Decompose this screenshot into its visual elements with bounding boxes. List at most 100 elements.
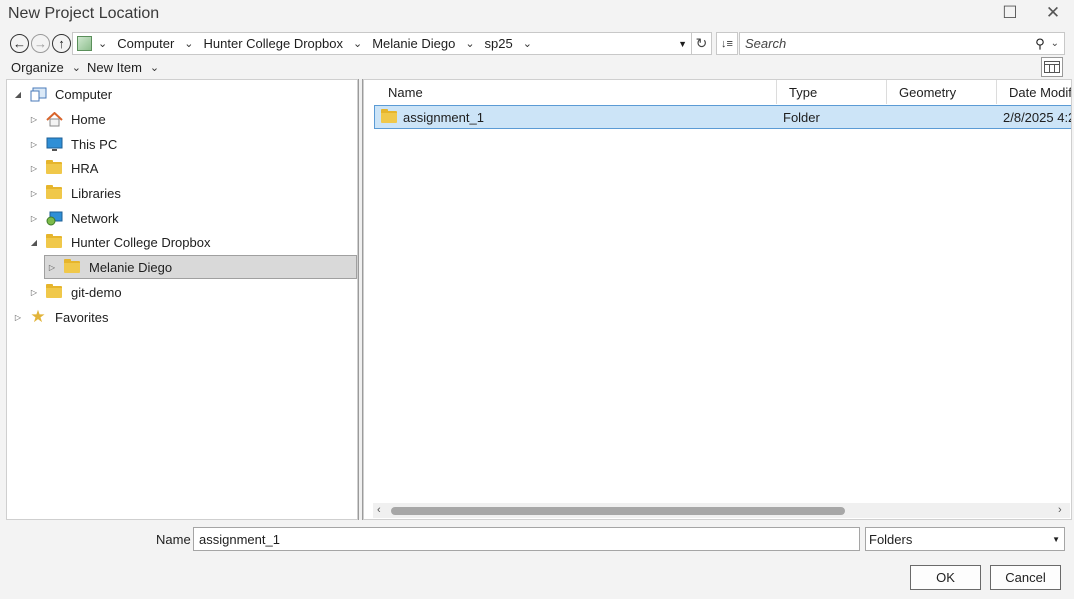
collapse-icon[interactable]: ◢ bbox=[11, 90, 25, 99]
computer-icon bbox=[29, 86, 47, 102]
expand-icon[interactable]: ▷ bbox=[27, 214, 41, 223]
file-name: assignment_1 bbox=[403, 109, 484, 125]
chevron-down-icon: ⌄ bbox=[149, 62, 160, 74]
new-item-menu[interactable]: New Item ⌄ bbox=[87, 60, 159, 75]
navigation-tree[interactable]: ◢ Computer ▷ Home ▷ This PC ▷ HRA ▷ Libr… bbox=[6, 79, 358, 520]
up-arrow-icon: ↑ bbox=[58, 36, 65, 51]
file-name-cell: assignment_1 bbox=[381, 106, 771, 128]
name-field[interactable]: assignment_1 bbox=[193, 527, 860, 551]
search-dropdown-icon[interactable]: ⌄ bbox=[1051, 38, 1059, 49]
monitor-icon bbox=[45, 136, 63, 152]
tree-item-label: Libraries bbox=[71, 185, 121, 201]
file-geometry bbox=[893, 106, 993, 128]
tree-item-this-pc[interactable]: ▷ This PC bbox=[27, 132, 117, 156]
details-view-icon bbox=[1044, 61, 1060, 73]
column-header-name[interactable]: Name bbox=[376, 80, 777, 104]
refresh-button[interactable]: ↻ bbox=[692, 32, 712, 55]
address-dropdown-icon[interactable]: ▼ bbox=[678, 39, 687, 49]
maximize-button[interactable]: ☐ bbox=[999, 2, 1021, 24]
tree-item-libraries[interactable]: ▷ Libraries bbox=[27, 181, 121, 205]
expand-icon[interactable]: ▷ bbox=[27, 288, 41, 297]
collapse-icon[interactable]: ◢ bbox=[27, 238, 41, 247]
tree-item-label: Favorites bbox=[55, 309, 109, 325]
star-icon: ★ bbox=[30, 307, 46, 326]
organize-label: Organize bbox=[11, 60, 64, 75]
back-arrow-icon: ← bbox=[13, 36, 26, 51]
chevron-down-icon[interactable]: ⌄ bbox=[184, 37, 193, 50]
location-icon bbox=[77, 36, 92, 51]
chevron-down-icon[interactable]: ⌄ bbox=[465, 37, 474, 50]
tree-item-label: Hunter College Dropbox bbox=[71, 234, 211, 250]
ok-button[interactable]: OK bbox=[910, 565, 981, 590]
dropdown-arrow-icon: ▼ bbox=[1052, 534, 1060, 544]
breadcrumb-computer[interactable]: Computer bbox=[117, 36, 174, 51]
organize-menu[interactable]: Organize ⌄ bbox=[11, 60, 81, 75]
expand-icon[interactable]: ▷ bbox=[27, 115, 41, 124]
search-box[interactable]: ⚲ ⌄ bbox=[739, 32, 1065, 55]
sort-button[interactable]: ↓≡ bbox=[716, 32, 738, 55]
forward-arrow-icon: → bbox=[34, 36, 47, 51]
tree-item-hunter-college-dropbox[interactable]: ◢ Hunter College Dropbox bbox=[27, 230, 210, 254]
up-button[interactable]: ↑ bbox=[52, 34, 71, 53]
maximize-icon: ☐ bbox=[1002, 3, 1018, 22]
breadcrumb-hunter-college-dropbox[interactable]: Hunter College Dropbox bbox=[204, 36, 343, 51]
tree-item-label: Computer bbox=[55, 86, 113, 102]
tree-item-label: HRA bbox=[71, 160, 99, 176]
network-icon bbox=[45, 210, 63, 226]
tree-item-git-demo[interactable]: ▷ git-demo bbox=[27, 280, 122, 304]
folder-icon bbox=[45, 234, 63, 250]
search-icon[interactable]: ⚲ bbox=[1035, 36, 1045, 52]
breadcrumb-melanie-diego[interactable]: Melanie Diego bbox=[372, 36, 455, 51]
tree-item-hra[interactable]: ▷ HRA bbox=[27, 156, 98, 180]
tree-item-melanie-diego[interactable]: ▷ Melanie Diego bbox=[44, 255, 357, 279]
chevron-down-icon[interactable]: ⌄ bbox=[98, 37, 107, 50]
name-label: Name bbox=[156, 532, 191, 547]
address-bar[interactable]: ⌄ Computer ⌄ Hunter College Dropbox ⌄ Me… bbox=[72, 32, 692, 55]
folder-icon bbox=[381, 109, 397, 123]
folder-icon bbox=[45, 160, 63, 176]
chevron-down-icon[interactable]: ⌄ bbox=[353, 37, 362, 50]
expand-icon[interactable]: ▷ bbox=[27, 189, 41, 198]
chevron-down-icon[interactable]: ⌄ bbox=[523, 37, 532, 50]
sort-icon: ↓≡ bbox=[721, 37, 733, 50]
filter-value: Folders bbox=[869, 531, 913, 547]
expand-icon[interactable]: ▷ bbox=[45, 263, 59, 272]
file-row[interactable]: assignment_1 Folder 2/8/2025 4:2 bbox=[374, 105, 1072, 129]
column-header-date-modified[interactable]: Date Modif bbox=[997, 80, 1071, 104]
file-type-filter[interactable]: Folders ▼ bbox=[865, 527, 1065, 551]
expand-icon[interactable]: ▷ bbox=[27, 140, 41, 149]
refresh-icon: ↻ bbox=[695, 35, 708, 51]
breadcrumb-sp25[interactable]: sp25 bbox=[485, 36, 513, 51]
column-header-geometry[interactable]: Geometry bbox=[887, 80, 997, 104]
tree-item-label: This PC bbox=[71, 136, 118, 152]
tree-item-favorites[interactable]: ▷ ★ Favorites bbox=[11, 305, 109, 329]
column-header-type[interactable]: Type bbox=[777, 80, 887, 104]
tree-item-computer[interactable]: ◢ Computer bbox=[11, 82, 112, 106]
back-button[interactable]: ← bbox=[10, 34, 29, 53]
scroll-right-icon[interactable]: › bbox=[1058, 504, 1062, 516]
file-list[interactable]: Name Type Geometry Date Modif assignment… bbox=[363, 79, 1072, 520]
close-button[interactable]: ✕ bbox=[1042, 2, 1064, 24]
tree-item-network[interactable]: ▷ Network bbox=[27, 206, 119, 230]
scroll-left-icon[interactable]: ‹ bbox=[377, 504, 381, 516]
cancel-button[interactable]: Cancel bbox=[990, 565, 1061, 590]
tree-item-label: Home bbox=[71, 111, 106, 127]
file-date-modified: 2/8/2025 4:2 bbox=[1003, 109, 1072, 125]
expand-icon[interactable]: ▷ bbox=[11, 313, 25, 322]
new-item-label: New Item bbox=[87, 60, 142, 75]
chevron-down-icon: ⌄ bbox=[71, 62, 81, 74]
tree-item-home[interactable]: ▷ Home bbox=[27, 107, 106, 131]
close-icon: ✕ bbox=[1045, 3, 1061, 22]
dialog-title: New Project Location bbox=[8, 5, 160, 22]
expand-icon[interactable]: ▷ bbox=[27, 164, 41, 173]
folder-icon bbox=[45, 284, 63, 300]
search-input[interactable] bbox=[740, 36, 1036, 51]
forward-button[interactable]: → bbox=[31, 34, 50, 53]
scrollbar-thumb[interactable] bbox=[391, 507, 845, 515]
home-icon bbox=[45, 111, 63, 127]
view-options-button[interactable] bbox=[1041, 57, 1063, 77]
file-type: Folder bbox=[783, 109, 820, 125]
tree-item-label: Melanie Diego bbox=[89, 259, 173, 275]
tree-item-label: git-demo bbox=[71, 284, 122, 300]
tree-item-label: Network bbox=[71, 210, 119, 226]
